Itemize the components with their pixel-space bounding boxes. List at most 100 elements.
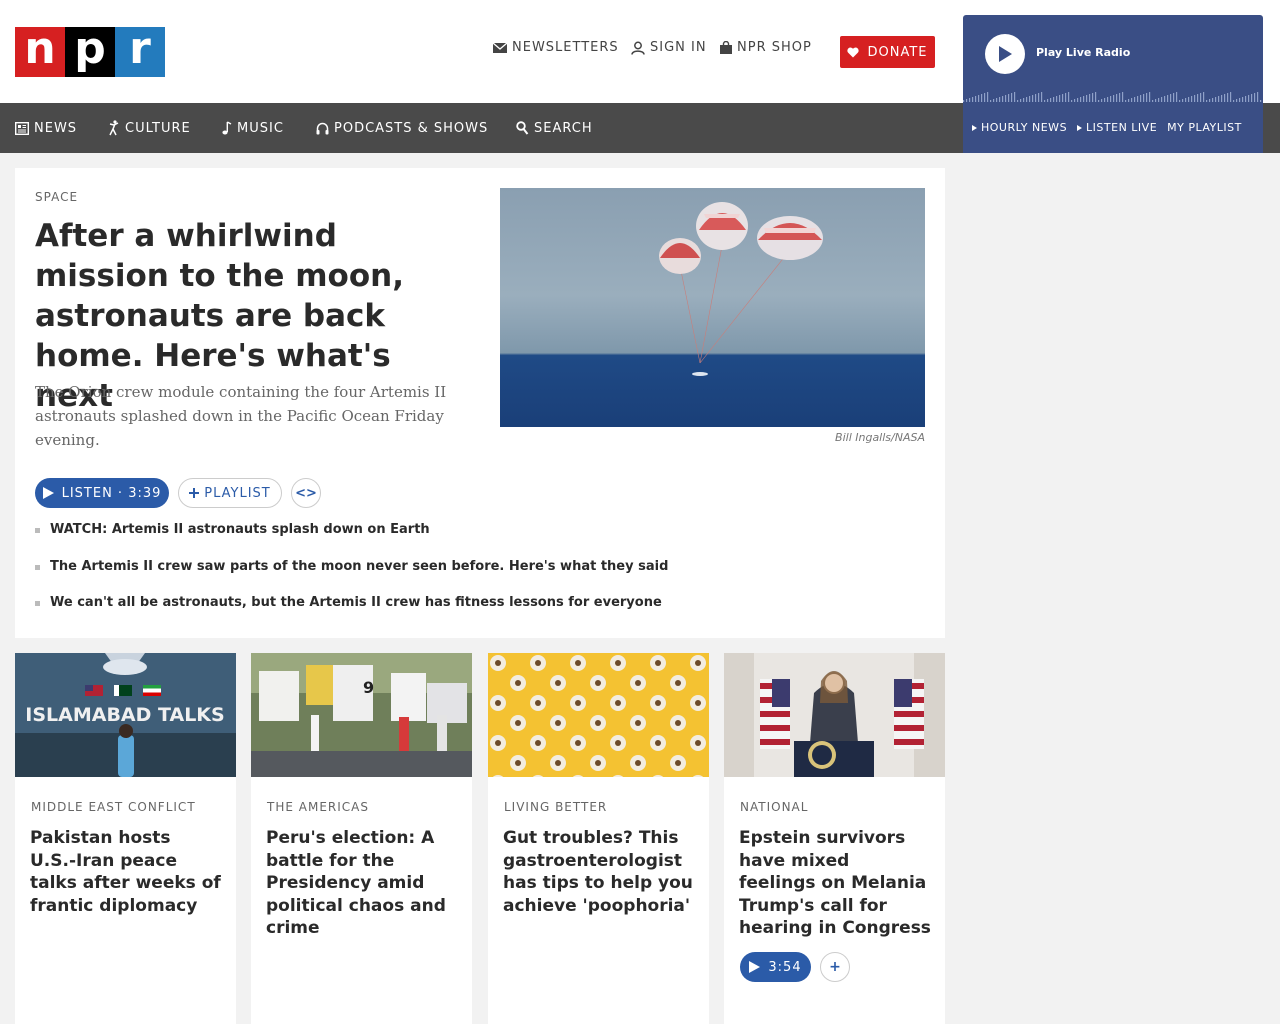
donate-label: DONATE <box>867 44 928 60</box>
my-playlist-link[interactable]: MY PLAYLIST <box>1167 121 1242 134</box>
user-icon <box>631 41 645 55</box>
newspaper-icon <box>15 121 29 135</box>
play-live-radio-button[interactable] <box>985 34 1025 74</box>
related-link[interactable]: The Artemis II crew saw parts of the moo… <box>35 558 925 595</box>
story-card-peru: 9 THE AMERICAS Peru's election: A battle… <box>251 653 472 1024</box>
waveform-bar <box>1089 94 1091 102</box>
card-title[interactable]: Peru's election: A battle for the Presid… <box>266 827 458 940</box>
waveform-bar <box>1038 93 1040 102</box>
waveform-bar <box>984 93 986 102</box>
waveform-bar <box>1035 94 1037 102</box>
story-image[interactable]: ISLAMABAD TALKS <box>15 653 236 777</box>
waveform-bar <box>1203 92 1205 102</box>
listen-live-link[interactable]: LISTEN LIVE <box>1077 121 1157 134</box>
card-kicker[interactable]: THE AMERICAS <box>267 800 369 814</box>
listen-live-label: LISTEN LIVE <box>1086 121 1158 134</box>
hourly-news-link[interactable]: HOURLY NEWS <box>972 121 1067 134</box>
waveform-bar <box>1059 95 1061 102</box>
waveform-bar <box>1230 92 1232 102</box>
waveform-bar <box>1140 95 1142 102</box>
npr-shop-link[interactable]: NPR SHOP <box>720 40 812 55</box>
podium-with-flags-photo <box>724 653 945 777</box>
envelope-icon <box>493 42 507 53</box>
waveform-bar <box>1119 93 1121 102</box>
waveform-bar <box>1143 94 1145 102</box>
card-kicker[interactable]: LIVING BETTER <box>504 800 607 814</box>
waveform-bar <box>1173 93 1175 102</box>
waveform-bar <box>1092 93 1094 102</box>
waveform-bar <box>1200 93 1202 102</box>
plus-icon <box>189 488 200 498</box>
card-kicker[interactable]: NATIONAL <box>740 800 808 814</box>
waveform-bar <box>1065 93 1067 102</box>
card-listen-button[interactable]: 3:54 <box>740 952 811 982</box>
toilet-paper-pattern-photo <box>488 653 709 777</box>
card-title[interactable]: Pakistan hosts U.S.-Iran peace talks aft… <box>30 827 222 917</box>
waveform-bar <box>1194 95 1196 102</box>
dancer-icon <box>109 120 119 136</box>
peru-election-street-photo: 9 <box>251 653 472 777</box>
waveform-bar <box>1170 94 1172 102</box>
nav-music-label: MUSIC <box>237 120 284 136</box>
story-card-pakistan: ISLAMABAD TALKS MIDDLE EAST CONFLICT Pak… <box>15 653 236 1024</box>
listen-button[interactable]: LISTEN · 3:39 <box>35 478 169 508</box>
related-link[interactable]: WATCH: Artemis II astronauts splash down… <box>35 521 925 558</box>
hero-story-card: SPACE After a whirlwind mission to the m… <box>15 168 945 638</box>
sign-in-link[interactable]: SIGN IN <box>631 40 707 55</box>
story-image[interactable] <box>488 653 709 777</box>
nav-news[interactable]: NEWS <box>15 103 77 153</box>
waveform-bar <box>1008 94 1010 102</box>
card-title[interactable]: Gut troubles? This gastroenterologist ha… <box>503 827 695 917</box>
waveform-bar <box>1197 94 1199 102</box>
nav-music[interactable]: MUSIC <box>222 103 284 153</box>
add-to-playlist-button[interactable]: PLAYLIST <box>178 478 282 508</box>
waveform-bar <box>1254 93 1256 102</box>
waveform-bar <box>1014 92 1016 102</box>
story-image[interactable] <box>724 653 945 777</box>
hero-kicker[interactable]: SPACE <box>35 190 78 204</box>
story-image[interactable]: 9 <box>251 653 472 777</box>
embed-button[interactable]: <> <box>291 478 321 508</box>
npr-logo[interactable]: n p r <box>15 27 165 77</box>
waveform-bar <box>1149 92 1151 102</box>
waveform-bar <box>1011 93 1013 102</box>
waveform-bar <box>1122 92 1124 102</box>
play-icon <box>42 487 54 499</box>
waveform-bar <box>1116 94 1118 102</box>
svg-text:9: 9 <box>363 678 374 697</box>
story-card-gut-health: LIVING BETTER Gut troubles? This gastroe… <box>488 653 709 1024</box>
newsletters-link[interactable]: NEWSLETTERS <box>493 40 619 55</box>
card-title[interactable]: Epstein survivors have mixed feelings on… <box>739 827 931 940</box>
hero-image[interactable] <box>500 188 925 427</box>
waveform-bar <box>1146 93 1148 102</box>
card-kicker[interactable]: MIDDLE EAST CONFLICT <box>31 800 196 814</box>
waveform-bar <box>1176 92 1178 102</box>
nav-search[interactable]: SEARCH <box>516 103 593 153</box>
logo-letter-n: n <box>15 27 65 77</box>
hourly-news-label: HOURLY NEWS <box>981 121 1068 134</box>
card-add-to-playlist-button[interactable]: + <box>820 952 850 982</box>
photo-credit: Bill Ingalls/NASA <box>835 431 925 444</box>
play-small-icon <box>972 124 977 131</box>
donate-button[interactable]: DONATE <box>840 36 935 68</box>
waveform-bar <box>981 94 983 102</box>
nav-culture[interactable]: CULTURE <box>108 103 191 153</box>
waveform-bar <box>1095 92 1097 102</box>
nav-search-label: SEARCH <box>534 120 593 136</box>
nav-podcasts-label: PODCASTS & SHOWS <box>334 120 489 136</box>
related-link[interactable]: We can't all be astronauts, but the Arte… <box>35 594 925 631</box>
nav-podcasts-shows[interactable]: PODCASTS & SHOWS <box>316 103 488 153</box>
logo-letter-r: r <box>115 27 165 77</box>
newsletters-label: NEWSLETTERS <box>512 40 619 55</box>
embed-code-icon: <> <box>295 485 317 501</box>
music-note-icon <box>222 121 232 135</box>
story-card-epstein: NATIONAL Epstein survivors have mixed fe… <box>724 653 945 1024</box>
waveform-bar <box>1041 92 1043 102</box>
waveform-bar <box>1167 95 1169 102</box>
waveform-bar <box>1221 95 1223 102</box>
my-playlist-label: MY PLAYLIST <box>1167 121 1242 134</box>
listen-label: LISTEN · 3:39 <box>61 485 162 501</box>
waveform-bar <box>1227 93 1229 102</box>
play-icon <box>999 46 1012 62</box>
waveform-bar <box>1113 95 1115 102</box>
